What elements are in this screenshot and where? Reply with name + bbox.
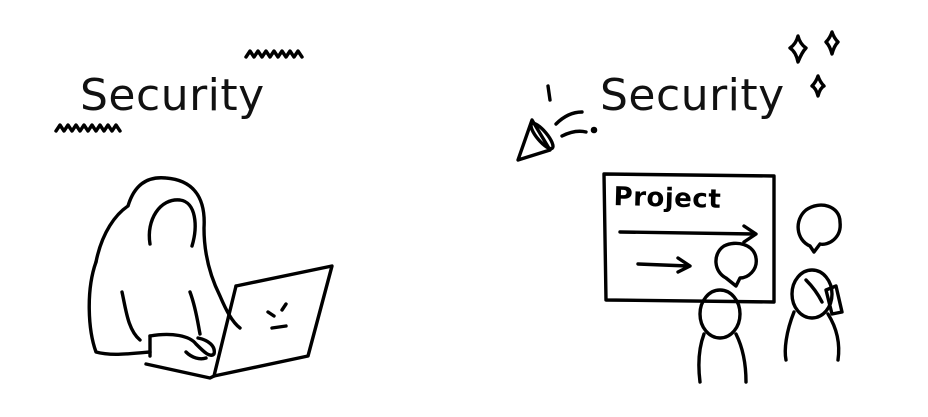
laptop-mouth (270, 324, 288, 330)
right-arm (188, 290, 202, 336)
laptop-base (144, 362, 216, 380)
confetti-line-2 (554, 110, 584, 126)
sparkle-icon-3 (810, 74, 826, 98)
inner-arm (120, 290, 142, 342)
person-2-body (783, 310, 796, 362)
person-2-hair (804, 278, 824, 304)
finger (184, 350, 208, 361)
person-1-body (697, 332, 706, 384)
confetti-line-3 (560, 129, 588, 138)
sparkle-icon-2 (824, 30, 840, 56)
confetti-line-1 (546, 84, 552, 102)
page-title-security: Security (80, 70, 265, 121)
laptop-eye-right (280, 302, 288, 312)
hand (148, 332, 216, 357)
party-popper-icon (516, 118, 552, 162)
page-title-security-team: Security (600, 70, 785, 121)
scribble-mark-top (244, 49, 304, 59)
hacker-illustration (54, 49, 334, 380)
scribble-mark-left (54, 123, 122, 133)
sparkle-icon-1 (788, 34, 808, 64)
panel-hacker: Security (0, 0, 464, 417)
laptop-eye-left (266, 310, 276, 318)
hood-opening (147, 198, 197, 248)
confetti-dot (590, 126, 598, 134)
person-1-head (698, 288, 742, 340)
board-title: Project (613, 182, 722, 215)
panel-team: Security Project (464, 0, 928, 417)
speech-bubble-right (796, 203, 842, 254)
board-arrow-short (636, 262, 690, 268)
speech-bubble-board (714, 241, 758, 288)
board-arrow-long (618, 230, 756, 236)
